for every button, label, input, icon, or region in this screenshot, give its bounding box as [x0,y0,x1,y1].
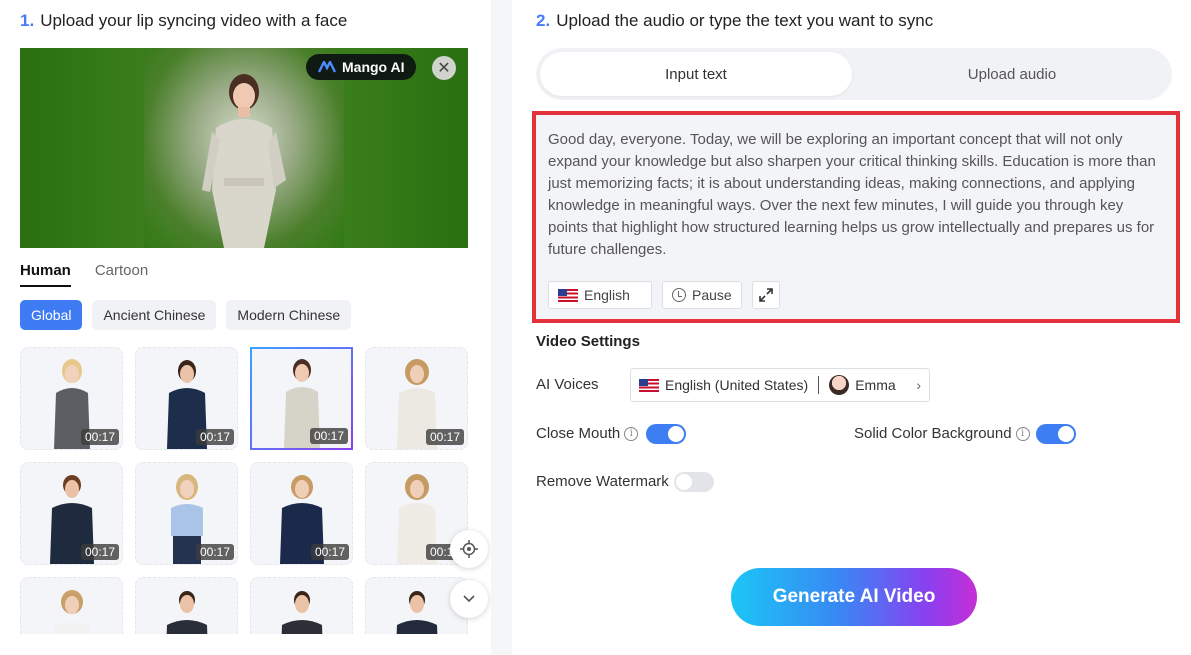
close-icon: ✕ [437,60,451,77]
duration-badge: 00:17 [195,429,234,445]
input-mode-switch: Input text Upload audio [536,48,1172,100]
clock-icon [672,288,686,302]
panel-divider [491,0,512,655]
step-2-title: 2. Upload the audio or type the text you … [536,11,933,31]
right-panel: 2. Upload the audio or type the text you … [512,0,1191,655]
solid-bg-setting: Solid Color Background i [854,425,1030,442]
tab-cartoon[interactable]: Cartoon [95,262,148,287]
separator [818,376,820,394]
avatar-card[interactable]: 00:17 [20,347,123,450]
avatar-image [281,591,322,634]
close-preview-button[interactable]: ✕ [432,56,456,80]
mango-logo-icon [318,61,336,73]
avatar-card[interactable]: 00:17 [135,462,238,565]
video-settings-title: Video Settings [536,333,640,350]
pause-button[interactable]: Pause [662,281,742,309]
avatar-card[interactable]: 00:17 [20,462,123,565]
voice-avatar [829,375,850,395]
scroll-down-button[interactable] [450,580,488,618]
duration-badge: 00:17 [425,429,464,445]
avatar-image [396,591,437,634]
text-tools: English Pause [548,281,780,309]
info-icon[interactable]: i [1015,426,1030,441]
duration-badge: 00:17 [309,428,348,444]
ai-voices-label: AI Voices [536,376,599,393]
presenter-figure [202,74,286,248]
script-text-box[interactable]: Good day, everyone. Today, we will be ex… [532,111,1180,323]
us-flag-icon [558,288,578,302]
solid-color-background-toggle[interactable] [1036,424,1076,444]
duration-badge: 00:17 [310,544,349,560]
voice-name: Emma [855,377,896,393]
language-label: English [584,287,630,303]
avatar-card-selected[interactable]: 00:17 [250,347,353,450]
step-1-text: Upload your lip syncing video with a fac… [40,11,348,30]
close-mouth-label: Close Mouth [536,425,621,442]
left-panel: 1. Upload your lip syncing video with a f… [0,0,491,655]
avatar-card[interactable]: 00:17 [135,347,238,450]
avatar-card[interactable]: 00:17 [365,347,468,450]
locate-selected-button[interactable] [450,530,488,568]
avatar-grid: 00:17 00:17 00:17 00:17 00:17 00:17 00:1… [20,347,470,634]
generate-ai-video-button[interactable]: Generate AI Video [731,568,977,626]
us-flag-icon [639,378,659,392]
close-mouth-setting: Close Mouth i [536,425,639,442]
chevron-down-icon [463,595,475,603]
avatar-card[interactable]: 00:17 [250,462,353,565]
crosshair-icon [460,540,478,558]
avatar-image [53,590,90,634]
filter-ancient-chinese[interactable]: Ancient Chinese [92,300,217,330]
avatar-filters: Global Ancient Chinese Modern Chinese [20,300,352,330]
category-tabs: Human Cartoon [20,262,148,287]
avatar-card[interactable] [250,577,353,634]
duration-badge: 00:17 [195,544,234,560]
tab-input-text[interactable]: Input text [540,52,852,96]
pause-label: Pause [692,287,732,303]
expand-button[interactable] [751,281,780,309]
step-2-text: Upload the audio or type the text you wa… [556,11,934,30]
step-1-title: 1. Upload your lip syncing video with a f… [20,11,347,31]
solid-bg-label: Solid Color Background [854,425,1012,442]
mango-ai-badge: Mango AI [306,54,417,80]
filter-modern-chinese[interactable]: Modern Chinese [226,300,352,330]
remove-watermark-label: Remove Watermark [536,473,669,490]
close-mouth-toggle[interactable] [646,424,686,444]
duration-badge: 00:17 [80,429,119,445]
avatar-image [166,591,207,634]
avatar-card[interactable] [135,577,238,634]
expand-icon [758,288,773,302]
step-1-number: 1. [20,11,35,30]
avatar-card[interactable] [20,577,123,634]
info-icon[interactable]: i [624,426,639,441]
tab-human[interactable]: Human [20,262,71,287]
ai-voice-select[interactable]: English (United States) Emma › [630,368,930,402]
chevron-right-icon: › [916,377,921,393]
brand-label: Mango AI [342,59,405,75]
filter-global[interactable]: Global [20,300,83,330]
script-textarea[interactable]: Good day, everyone. Today, we will be ex… [548,129,1166,261]
tab-upload-audio[interactable]: Upload audio [856,52,1168,96]
duration-badge: 00:17 [80,544,119,560]
language-select[interactable]: English [548,281,652,309]
remove-watermark-toggle[interactable] [674,472,714,492]
voice-language: English (United States) [665,377,809,393]
step-2-number: 2. [536,11,551,30]
video-preview: Mango AI ✕ [20,48,468,248]
